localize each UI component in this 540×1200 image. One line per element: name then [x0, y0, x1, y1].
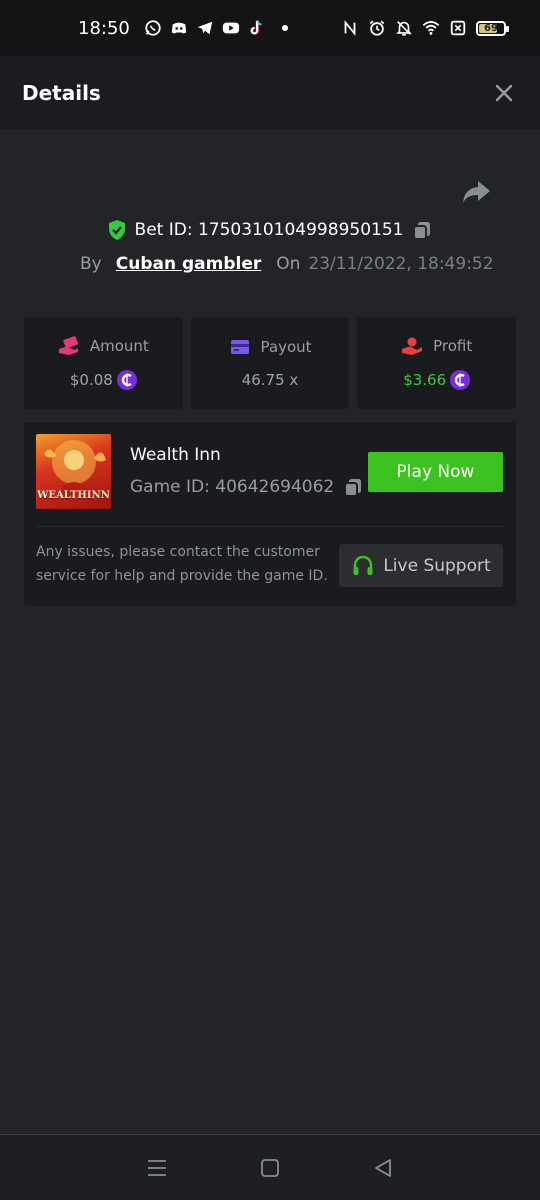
details-header: Details [0, 56, 540, 129]
coin-icon [450, 370, 471, 390]
payout-label: Payout [260, 338, 312, 356]
home-button[interactable] [257, 1155, 283, 1181]
by-label: By [80, 254, 102, 274]
close-icon [495, 84, 513, 101]
more-notifications-dot [281, 25, 288, 31]
status-time: 18:50 [78, 17, 130, 39]
bet-author-row: By Cuban gambler On 23/11/2022, 18:49:52 [80, 249, 494, 279]
profit-hand-icon [402, 337, 423, 355]
share-button[interactable] [460, 177, 494, 207]
play-now-button[interactable]: Play Now [368, 452, 503, 492]
back-triangle-icon [375, 1158, 392, 1177]
payout-value: 46.75 x [241, 371, 299, 389]
live-support-button[interactable]: Live Support [339, 544, 503, 587]
card-icon [230, 340, 249, 354]
wifi-icon [422, 21, 440, 35]
game-id-row: Game ID: 40642694062 [130, 476, 364, 498]
notification-icons [144, 19, 288, 37]
stat-payout: Payout 46.75 x [190, 317, 350, 409]
system-icons: 69 [341, 19, 509, 37]
sim-off-icon [450, 20, 466, 36]
bet-id-row: Bet ID: 1750310104998950151 [0, 215, 540, 245]
stat-profit: Profit $3.66 [357, 317, 517, 409]
user-link[interactable]: Cuban gambler [116, 254, 262, 274]
copy-game-id-button[interactable] [342, 476, 364, 498]
battery-icon: 69 [476, 20, 509, 36]
bet-id: Bet ID: 1750310104998950151 [134, 220, 404, 240]
home-square-icon [261, 1158, 279, 1177]
amount-label: Amount [89, 337, 149, 355]
shield-check-icon [108, 220, 125, 240]
game-thumbnail[interactable]: WEALTHINN [36, 434, 111, 509]
page-title: Details [22, 80, 101, 105]
game-name: Wealth Inn [130, 445, 221, 465]
coin-icon [116, 370, 137, 390]
recent-apps-button[interactable] [144, 1155, 170, 1181]
live-support-label: Live Support [383, 555, 491, 576]
game-card: WEALTHINN Wealth Inn Game ID: 4064269406… [24, 422, 516, 606]
tiktok-icon [250, 20, 262, 35]
details-content: Bet ID: 1750310104998950151 By Cuban gam… [0, 129, 540, 1134]
divider [36, 526, 504, 527]
battery-level: 69 [484, 22, 498, 34]
back-button[interactable] [370, 1155, 396, 1181]
status-bar: 18:50 69 [0, 0, 540, 56]
whatsapp-icon [145, 20, 161, 36]
alarm-icon [369, 20, 385, 36]
amount-value: $0.08 [69, 371, 113, 389]
youtube-icon [222, 22, 239, 34]
support-info-text: Any issues, please contact the customer … [36, 544, 328, 584]
system-nav-bar [0, 1134, 540, 1200]
copy-bet-id-button[interactable] [411, 219, 433, 241]
wallet-hand-icon [58, 336, 78, 355]
nfc-icon [344, 20, 356, 36]
mute-icon [396, 21, 412, 36]
profit-label: Profit [433, 337, 473, 355]
on-label: On [276, 254, 301, 274]
close-button[interactable] [490, 79, 518, 107]
bet-stats: Amount $0.08 Payout 46.75 x Profit $3.66 [24, 317, 517, 409]
discord-icon [171, 22, 187, 34]
profit-value: $3.66 [403, 371, 447, 389]
bet-datetime: 23/11/2022, 18:49:52 [308, 254, 494, 274]
share-icon [463, 181, 490, 203]
game-thumb-title: WEALTHINN [37, 490, 110, 501]
headset-icon [353, 555, 373, 575]
stat-amount: Amount $0.08 [24, 317, 183, 409]
menu-icon [147, 1159, 166, 1176]
telegram-icon [197, 21, 213, 35]
game-id: Game ID: 40642694062 [130, 477, 335, 497]
